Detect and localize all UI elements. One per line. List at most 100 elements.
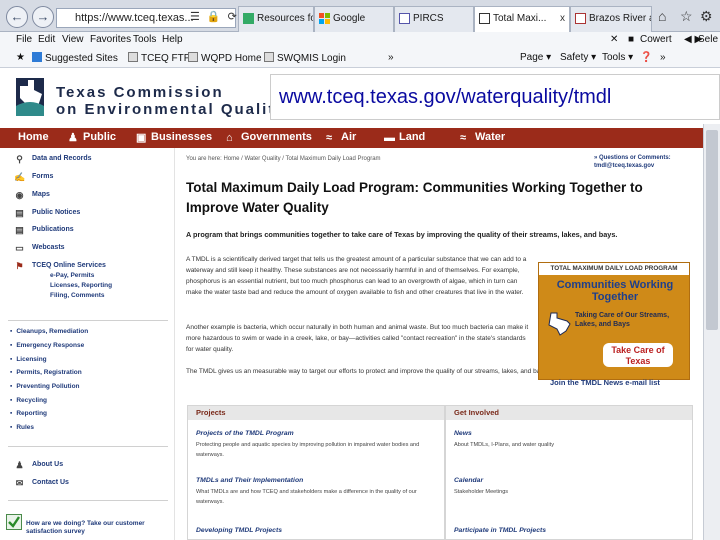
link-description: Protecting people and aquatic species by… (196, 442, 420, 458)
toolbar-label: Tools (602, 52, 626, 63)
sidebar-item-publications[interactable]: ▤ Publications (14, 225, 74, 235)
tab-close-icon[interactable]: x (560, 7, 565, 31)
breadcrumb[interactable]: You are here: Home / Water Quality / Tot… (186, 156, 381, 162)
page-icon (479, 13, 490, 24)
page-icon (188, 52, 198, 62)
join-email-link[interactable]: Join the TMDL News e-mail list (550, 378, 660, 387)
survey-text: How are we doing? Take our customer sati… (26, 520, 145, 535)
nav-governments[interactable]: ⌂ Governments (226, 131, 312, 144)
tab-total-maximum[interactable]: Total Maxi... x (474, 6, 570, 32)
nav-label: Air (341, 131, 357, 143)
book-icon: ▤ (15, 225, 24, 235)
sidebar-label: Publications (32, 226, 74, 233)
sidebar-link-recycling[interactable]: Recycling (10, 397, 47, 404)
logo-text: on Environmental Quality (56, 101, 286, 118)
sidebar-item-about-us[interactable]: ♟ About Us (14, 460, 63, 470)
tab-resources[interactable]: Resources for ... (238, 6, 314, 32)
tab-brazos[interactable]: Brazos River a... (570, 6, 652, 32)
sidebar-link-emergency[interactable]: Emergency Response (10, 342, 84, 349)
promo-heading: Communities Working Together (556, 279, 674, 303)
more-chevron-icon[interactable]: » (660, 52, 666, 63)
menu-favorites[interactable]: Favorites (90, 34, 131, 45)
paragraph-tmdl-definition: A TMDL is a scientifically derived targe… (186, 256, 527, 296)
sidebar-link-pollution[interactable]: Preventing Pollution (10, 383, 79, 390)
toolbar-label: Safety (560, 52, 589, 63)
sidebar-link-rules[interactable]: Rules (10, 424, 34, 431)
vertical-scrollbar[interactable] (703, 124, 720, 540)
menu-file[interactable]: File (16, 34, 32, 45)
forward-button[interactable]: → (32, 6, 54, 28)
back-button[interactable]: ← (6, 6, 28, 28)
toolbar-safety[interactable]: Safety ▾ (560, 52, 596, 63)
toolbar-tools[interactable]: Tools ▾ (602, 52, 633, 63)
find-options[interactable]: Sele (698, 34, 718, 45)
home-icon[interactable]: ⌂ (658, 8, 666, 24)
form-icon: ✍ (14, 172, 26, 182)
tab-pircs[interactable]: PIRCS (394, 6, 474, 32)
toolbar-page[interactable]: Page ▾ (520, 52, 551, 63)
sidebar-link-permits[interactable]: Permits, Registration (10, 369, 81, 376)
sidebar-item-public-notices[interactable]: ▤ Public Notices (14, 208, 80, 218)
sidebar-item-data-records[interactable]: ⚲ Data and Records (14, 154, 92, 164)
panel-heading: Get Involved (446, 406, 692, 420)
sidebar-link-cleanups[interactable]: Cleanups, Remediation (10, 328, 88, 335)
help-icon[interactable]: ❓ (640, 52, 652, 63)
capitol-icon: ⌂ (226, 132, 233, 144)
find-user-icon: ■ (628, 34, 635, 45)
sidebar-item-contact-us[interactable]: ✉ Contact Us (14, 478, 69, 488)
gear-icon[interactable]: ⚙ (700, 8, 713, 25)
forward-arrow-icon: → (36, 9, 50, 24)
nav-air[interactable]: ≈ Air (326, 131, 357, 144)
link-participate[interactable]: Participate in TMDL Projects (454, 527, 546, 534)
sidebar-label: Forms (32, 173, 54, 180)
sidebar-item-forms[interactable]: ✍ Forms (14, 172, 53, 182)
link-description: Stakeholder Meetings (454, 489, 509, 495)
questions-contact[interactable]: » Questions or Comments: tmdl@tceq.texas… (594, 154, 671, 170)
sidebar-item-webcasts[interactable]: ▭ Webcasts (14, 243, 64, 253)
menu-tools[interactable]: Tools (133, 34, 156, 45)
globe-icon: ◉ (15, 190, 24, 200)
survey-link[interactable]: How are we doing? Take our customer sati… (4, 508, 172, 540)
promo-card[interactable]: TOTAL MAXIMUM DAILY LOAD PROGRAM Communi… (538, 262, 690, 380)
sidebar-label: Public Notices (32, 209, 81, 216)
nav-land[interactable]: ▬ Land (384, 131, 425, 144)
find-close-icon[interactable]: ✕ (610, 34, 618, 45)
page-icon (575, 13, 586, 24)
fav-label: WQPD Home (201, 53, 262, 64)
menu-help[interactable]: Help (162, 34, 183, 45)
fav-swqmis-login[interactable]: SWQMIS Login (264, 52, 346, 64)
sidebar-link-reporting[interactable]: Reporting (10, 410, 47, 417)
nav-water[interactable]: ≈ Water (460, 131, 505, 144)
favorites-star-icon[interactable]: ☆ (680, 8, 693, 25)
menu-view[interactable]: View (62, 34, 84, 45)
tab-google[interactable]: Google (314, 6, 394, 32)
favorites-star-icon[interactable]: ★ (16, 52, 25, 63)
browser-tab-bar: ← → https://www.tceq.texas... ☰ 🔒 ⟳ ✕ Re… (0, 0, 720, 32)
link-tmdls-implementation[interactable]: TMDLs and Their Implementation (196, 477, 303, 484)
fav-label: Suggested Sites (45, 53, 118, 64)
link-calendar[interactable]: Calendar (454, 477, 483, 484)
sidebar-label: Data and Records (32, 155, 92, 162)
nav-public[interactable]: ♟ Public (68, 131, 116, 144)
link-projects-program[interactable]: Projects of the TMDL Program (196, 430, 294, 437)
menu-edit[interactable]: Edit (38, 34, 55, 45)
link-developing-projects[interactable]: Developing TMDL Projects (196, 527, 282, 534)
sidebar-link-licensing[interactable]: Licensing (10, 356, 46, 363)
fav-suggested-sites[interactable]: Suggested Sites (32, 52, 118, 64)
panel-heading: Projects (188, 406, 444, 420)
nav-home[interactable]: Home (18, 131, 49, 143)
online-services-sublinks[interactable]: e-Pay, Permits Licenses, Reporting Filin… (50, 271, 112, 301)
nav-businesses[interactable]: ▣ Businesses (136, 131, 212, 144)
nav-label: Home (18, 131, 49, 143)
sidebar-label: About Us (32, 461, 64, 468)
sidebar-item-online-services[interactable]: ⚑ TCEQ Online Services (14, 261, 105, 271)
sidebar-divider (8, 320, 168, 321)
link-news[interactable]: News (454, 430, 472, 437)
more-chevron-icon[interactable]: » (388, 52, 394, 63)
fav-wqpd-home[interactable]: WQPD Home (188, 52, 262, 64)
find-user[interactable]: Cowert (640, 34, 672, 45)
scrollbar-thumb[interactable] (706, 130, 718, 330)
fav-tceq-ftps[interactable]: TCEQ FTPS (128, 52, 197, 64)
sidebar-item-maps[interactable]: ◉ Maps (14, 190, 50, 200)
texas-map-icon (548, 312, 571, 336)
